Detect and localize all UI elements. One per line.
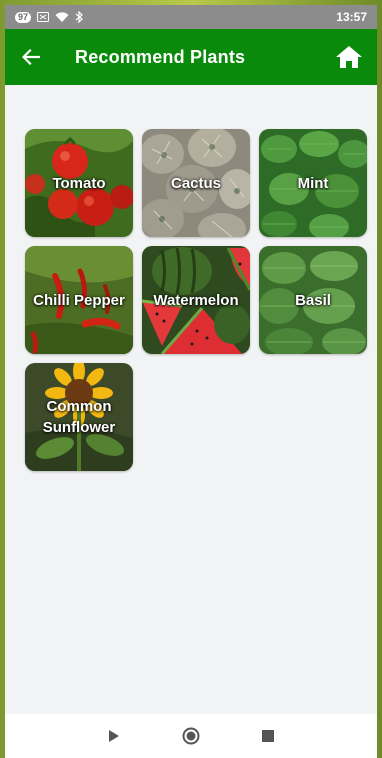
phone-screen: 97 13:57 Recommend Plants Tomato Cactus … — [5, 5, 377, 758]
plant-label: Common Sunflower — [42, 398, 116, 436]
nav-back-button[interactable] — [94, 716, 134, 756]
square-icon — [262, 730, 275, 742]
status-icons: 97 — [15, 11, 83, 23]
plant-tile-common-sunflower[interactable]: Common Sunflower — [25, 363, 133, 471]
plant-tile-mint[interactable]: Mint — [259, 129, 367, 237]
plant-tile-cactus[interactable]: Cactus — [142, 129, 250, 237]
bluetooth-icon — [75, 11, 83, 23]
status-bar: 97 13:57 — [5, 5, 377, 29]
nav-recent-button[interactable] — [248, 716, 288, 756]
back-button[interactable] — [5, 29, 57, 85]
home-button[interactable] — [321, 29, 377, 85]
plant-tile-chilli-pepper[interactable]: Chilli Pepper — [25, 246, 133, 354]
nav-home-button[interactable] — [171, 716, 211, 756]
plant-label: Basil — [295, 291, 331, 309]
page-title: Recommend Plants — [75, 46, 246, 67]
app-bar: Recommend Plants — [5, 29, 377, 85]
plants-grid: Tomato Cactus Mint Chilli Pepper Waterme… — [25, 129, 367, 471]
plant-label: Mint — [297, 174, 329, 192]
circle-icon — [182, 727, 200, 745]
plant-label: Watermelon — [153, 291, 239, 309]
plant-label: Tomato — [52, 174, 106, 192]
plant-tile-basil[interactable]: Basil — [259, 246, 367, 354]
system-nav-bar — [5, 714, 377, 758]
plant-label: Cactus — [170, 174, 222, 192]
home-icon — [336, 46, 362, 68]
arrow-left-icon — [22, 49, 40, 65]
notification-icon — [37, 12, 50, 22]
plant-tile-watermelon[interactable]: Watermelon — [142, 246, 250, 354]
status-time: 13:57 — [336, 10, 367, 24]
plant-tile-tomato[interactable]: Tomato — [25, 129, 133, 237]
plant-label: Chilli Pepper — [33, 291, 125, 309]
wifi-icon — [55, 11, 69, 23]
battery-badge: 97 — [15, 11, 32, 23]
triangle-play-icon — [108, 730, 119, 742]
